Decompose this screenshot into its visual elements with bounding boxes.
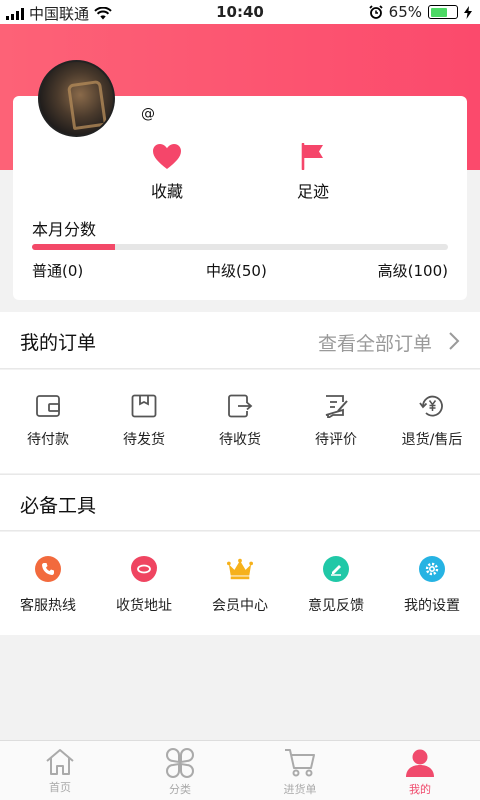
heart-icon (153, 144, 181, 169)
score-progress-fill (32, 244, 116, 250)
order-pending-receipt[interactable]: 待收货 (192, 370, 288, 473)
tools-title: 必备工具 (20, 495, 97, 517)
tool-label: 会员中心 (212, 598, 268, 614)
package-icon (131, 394, 157, 418)
tab-label: 我的 (409, 783, 431, 796)
refund-icon (419, 395, 443, 417)
cart-icon (285, 749, 315, 777)
charging-icon (464, 5, 472, 19)
battery-icon (428, 5, 458, 19)
user-icon (406, 749, 434, 777)
order-item-label: 待付款 (27, 432, 69, 448)
tab-label: 分类 (169, 783, 191, 796)
level-basic: 普通(0) (32, 262, 84, 280)
tab-bar: 首页 分类 进货单 我的 (0, 740, 480, 800)
receive-icon (228, 394, 253, 418)
score-progress-bar (32, 244, 448, 250)
level-intermediate: 中级(50) (206, 262, 267, 280)
tab-mine[interactable]: 我的 (360, 741, 480, 800)
tab-category[interactable]: 分类 (120, 741, 240, 800)
home-icon (46, 749, 74, 775)
avatar[interactable] (38, 60, 115, 137)
order-pending-review[interactable]: 待评价 (288, 370, 384, 473)
orders-title: 我的订单 (20, 332, 97, 354)
tab-home[interactable]: 首页 (0, 741, 120, 800)
tool-my-settings[interactable]: 我的设置 (384, 532, 480, 635)
tools-header: 必备工具 (0, 474, 480, 531)
tool-customer-hotline[interactable]: 客服热线 (0, 532, 96, 635)
tab-label: 首页 (49, 781, 71, 794)
level-advanced: 高级(100) (377, 262, 448, 280)
review-icon (325, 395, 348, 418)
username: @ (141, 106, 155, 122)
favorites-button[interactable]: 收藏 (127, 143, 207, 202)
status-bar: 中国联通 10:40 65% (0, 0, 480, 24)
orders-row: 待付款 待发货 待收货 待评价 退货/售后 (0, 370, 480, 473)
order-refund-aftersale[interactable]: 退货/售后 (384, 370, 480, 473)
order-item-label: 待发货 (123, 432, 165, 448)
tab-cart[interactable]: 进货单 (240, 741, 360, 800)
battery-percent: 65% (388, 3, 422, 21)
tool-feedback[interactable]: 意见反馈 (288, 532, 384, 635)
view-all-orders-link[interactable]: 查看全部订单 (318, 329, 432, 356)
order-item-label: 退货/售后 (401, 432, 463, 448)
status-right: 65% (369, 3, 472, 21)
order-pending-payment[interactable]: 待付款 (0, 370, 96, 473)
tool-label: 收货地址 (116, 598, 172, 614)
tool-member-center[interactable]: 会员中心 (192, 532, 288, 635)
wallet-icon (36, 395, 60, 417)
tools-row: 客服热线 收货地址 会员中心 意见反馈 我的设置 (0, 532, 480, 635)
tool-shipping-address[interactable]: 收货地址 (96, 532, 192, 635)
alarm-icon (369, 5, 383, 19)
order-item-label: 待评价 (315, 432, 357, 448)
location-icon (131, 556, 157, 582)
edit-icon (323, 556, 349, 582)
tool-label: 客服热线 (20, 598, 76, 614)
favorites-label: 收藏 (150, 182, 183, 201)
orders-header: 我的订单 查看全部订单 (0, 312, 480, 369)
footprint-label: 足迹 (296, 182, 329, 201)
settings-icon (419, 556, 445, 582)
footprint-button[interactable]: 足迹 (273, 143, 353, 202)
tab-label: 进货单 (283, 783, 317, 796)
crown-icon (227, 556, 253, 582)
tool-label: 我的设置 (404, 598, 460, 614)
chevron-right-icon[interactable] (448, 331, 460, 351)
flag-icon (301, 143, 323, 170)
category-icon (166, 748, 194, 778)
score-title: 本月分数 (32, 220, 97, 239)
order-item-label: 待收货 (219, 432, 261, 448)
order-pending-shipment[interactable]: 待发货 (96, 370, 192, 473)
tool-label: 意见反馈 (308, 598, 364, 614)
phone-icon (35, 556, 61, 582)
